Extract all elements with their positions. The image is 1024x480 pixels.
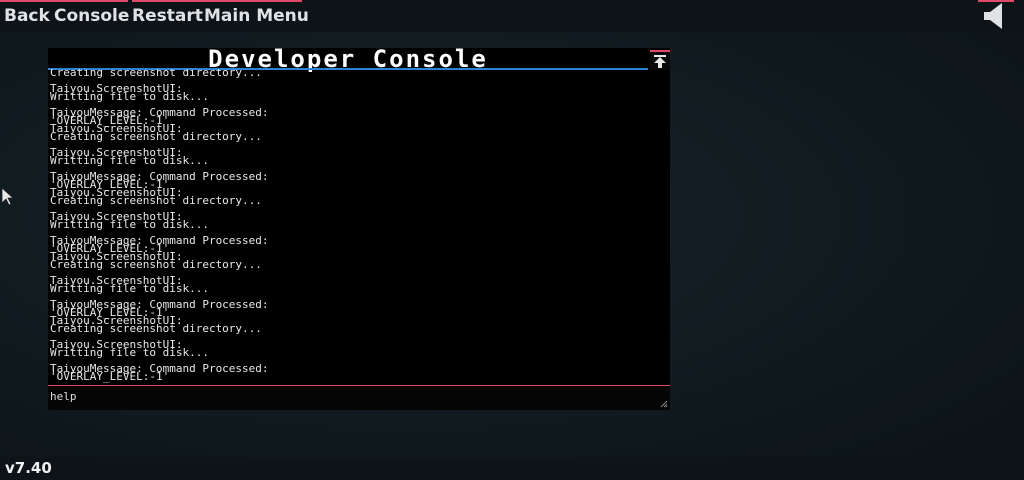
restart-button[interactable]: Restart <box>132 0 204 32</box>
log-line: Creating screenshot directory... <box>50 258 262 271</box>
main-menu-button[interactable]: Main Menu <box>204 0 309 32</box>
arrow-up-icon <box>654 55 666 68</box>
log-line: Creating screenshot directory... <box>50 322 262 335</box>
log-line: Writting file to disk... <box>50 346 209 359</box>
log-line: Writting file to disk... <box>50 282 209 295</box>
log-line: Writting file to disk... <box>50 154 209 167</box>
log-line: Creating screenshot directory... <box>50 69 262 79</box>
console-log[interactable]: Creating screenshot directory... Taiyou.S… <box>50 69 668 383</box>
log-line: Creating screenshot directory... <box>50 130 262 143</box>
audio-toggle-button[interactable] <box>978 0 1014 32</box>
speaker-icon <box>984 3 1002 29</box>
scroll-to-top-button[interactable] <box>650 50 670 70</box>
command-input-area <box>48 386 670 410</box>
log-line: Creating screenshot directory... <box>50 194 262 207</box>
back-button[interactable]: Back <box>0 0 54 32</box>
version-label: v7.40 <box>5 459 52 477</box>
status-bar: v7.40 <box>0 457 1024 480</box>
console-button[interactable]: Console <box>54 0 129 32</box>
log-line: Writting file to disk... <box>50 90 209 103</box>
resize-handle-icon[interactable] <box>660 400 668 408</box>
command-input[interactable] <box>50 388 610 404</box>
developer-console-window: Developer Console Creating screenshot di… <box>48 45 670 410</box>
console-title: Developer Console <box>208 45 488 73</box>
log-line: Writting file to disk... <box>50 218 209 231</box>
mouse-pointer-icon <box>1 187 13 206</box>
log-line: 'OVERLAY_LEVEL:-1' <box>50 370 170 383</box>
top-menu-bar: Back Console Restart Main Menu <box>0 0 1024 32</box>
